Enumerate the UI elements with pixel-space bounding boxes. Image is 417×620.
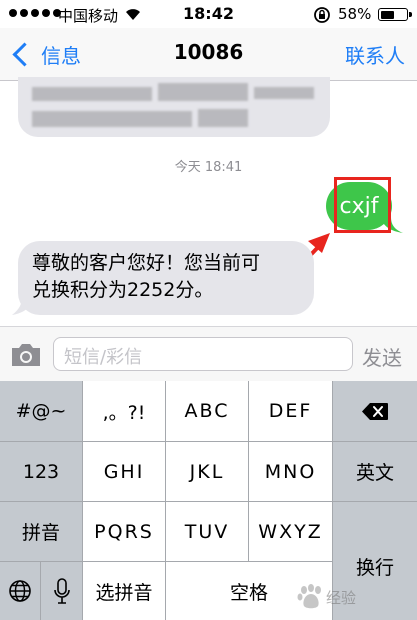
english-key[interactable]: 英文 (333, 442, 417, 502)
key-tuv[interactable]: TUV (166, 502, 249, 562)
nav-bar: 信息 10086 联系人 (0, 28, 417, 81)
received-message-line-1: 尊敬的客户您好！您当前可 (32, 252, 261, 274)
globe-key[interactable] (0, 562, 41, 620)
key-mno[interactable]: MNO (249, 442, 333, 502)
numbers-key-label: 123 (22, 460, 60, 483)
baidu-watermark: 经验 (296, 584, 356, 610)
select-pinyin-label: 选拼音 (95, 581, 153, 604)
contacts-button[interactable]: 联系人 (345, 40, 405, 69)
select-pinyin-key[interactable]: 选拼音 (83, 562, 166, 620)
camera-icon[interactable] (10, 342, 42, 368)
delete-key[interactable] (333, 381, 417, 442)
received-message-line-2: 兑换积分为2252分。 (32, 279, 214, 301)
battery-percent: 58% (338, 5, 372, 23)
key-tuv-label: TUV (184, 520, 230, 543)
key-def-label: DEF (268, 400, 313, 422)
punctuation-key[interactable]: ,。?! (83, 381, 166, 442)
symbols-key[interactable]: #@~ (0, 381, 83, 442)
key-abc[interactable]: ABC (166, 381, 249, 442)
punctuation-key-label: ,。?! (102, 401, 146, 424)
received-message-bubble[interactable]: 尊敬的客户您好！您当前可 兑换积分为2252分。 (18, 241, 314, 315)
highlight-box (334, 177, 391, 233)
key-pqrs-label: PQRS (94, 520, 154, 543)
microphone-key[interactable] (41, 562, 83, 620)
key-wxyz-label: WXYZ (258, 520, 323, 543)
watermark-text: 经验 (326, 588, 357, 607)
symbols-key-label: #@~ (15, 400, 67, 422)
paw-logo-icon (297, 584, 321, 609)
key-mno-label: MNO (264, 460, 317, 483)
space-key-label: 空格 (229, 581, 268, 604)
globe-icon (9, 580, 31, 602)
numbers-key[interactable]: 123 (0, 442, 83, 502)
message-input-bar: 短信/彩信 发送 (0, 326, 417, 381)
key-jkl[interactable]: JKL (166, 442, 249, 502)
status-bar: 中国移动 18:42 58% (0, 0, 417, 28)
key-pqrs[interactable]: PQRS (83, 502, 166, 562)
pinyin-key[interactable]: 拼音 (0, 502, 83, 562)
english-key-label: 英文 (355, 462, 394, 484)
key-def[interactable]: DEF (249, 381, 333, 442)
send-button[interactable]: 发送 (362, 342, 402, 371)
conversation-area[interactable]: 今天 18:41 cxjf 尊敬的客户您好！您当前可 兑换积分为2252分。 (0, 77, 417, 326)
blurred-message-bubble (18, 77, 330, 137)
return-key-label: 换行 (355, 557, 394, 579)
key-ghi-label: GHI (103, 460, 145, 483)
key-abc-label: ABC (184, 400, 230, 422)
key-jkl-label: JKL (189, 460, 225, 483)
backspace-icon (362, 402, 388, 420)
key-ghi[interactable]: GHI (83, 442, 166, 502)
key-wxyz[interactable]: WXYZ (249, 502, 333, 562)
microphone-icon (53, 578, 70, 604)
orientation-lock-icon (314, 7, 330, 23)
message-timestamp: 今天 18:41 (174, 160, 243, 175)
message-input-placeholder: 短信/彩信 (64, 347, 143, 368)
pinyin-key-label: 拼音 (21, 522, 60, 544)
battery-icon (378, 8, 412, 21)
message-input[interactable]: 短信/彩信 (53, 337, 353, 371)
